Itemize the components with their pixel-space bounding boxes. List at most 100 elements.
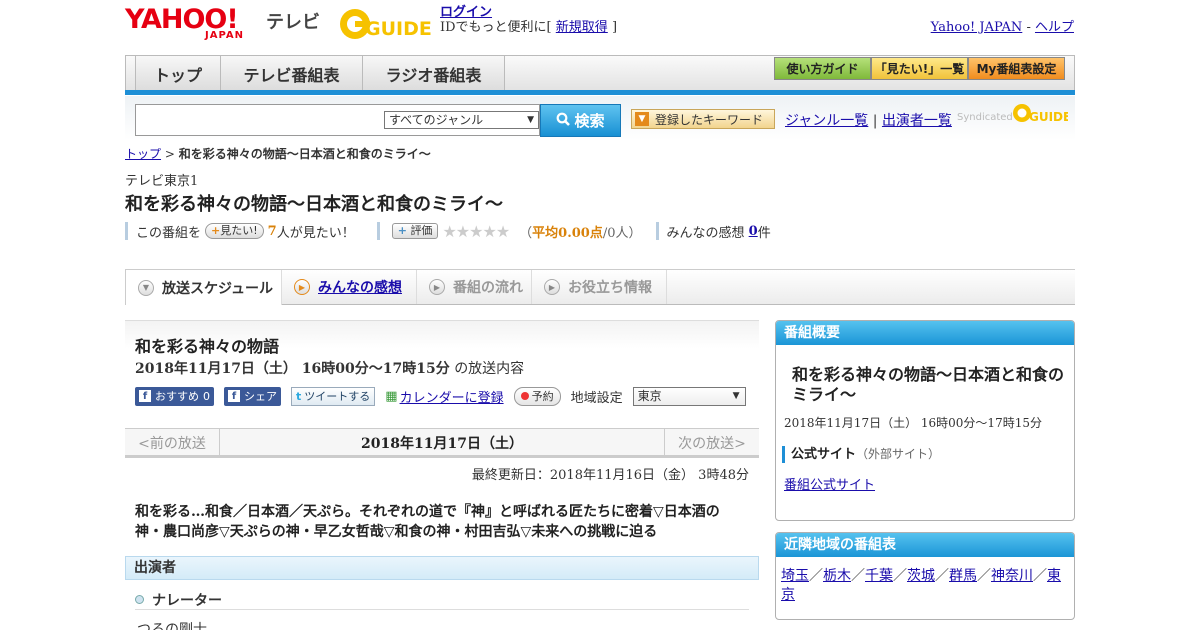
tab-info-label: お役立ち情報 [568, 280, 652, 296]
nearby-separator: ／ [935, 568, 949, 584]
search-links-divider: | [872, 113, 878, 129]
search-links: ジャンル一覧 | 出演者一覧 [785, 110, 952, 130]
facebook-share-button[interactable]: f シェア [224, 386, 281, 406]
program-tabs: ▼ 放送スケジュール ▶ みんなの感想 ▶ 番組の流れ ▶ お役立ち情報 [125, 269, 1075, 305]
impressions-unit: 件 [757, 225, 771, 241]
next-broadcast-link[interactable]: 次の放送> [664, 429, 759, 456]
facebook-icon: f [139, 390, 151, 402]
calendar-link[interactable]: カレンダーに登録 [400, 387, 504, 406]
broadcast-datetime-suffix: の放送内容 [454, 361, 525, 377]
avg-open: （ [519, 225, 533, 241]
syndicated-label: Syndicated [957, 112, 1013, 123]
stat-divider [125, 222, 128, 240]
nearby-area-link[interactable]: 栃木 [823, 568, 851, 584]
nearby-separator: ／ [1033, 568, 1047, 584]
facebook-icon: f [228, 390, 240, 402]
nearby-header: 近隣地域の番組表 [776, 533, 1074, 557]
region-select-value: 東京 [637, 388, 662, 403]
keyword-button-label: 登録したキーワード [655, 112, 764, 127]
official-site-label: 公式サイト [791, 447, 857, 462]
region-select[interactable]: 東京 ▼ [632, 386, 746, 406]
want-button[interactable]: +見たい! [205, 223, 264, 239]
guide-logo-text: GUIDE [365, 18, 431, 40]
page-title: 和を彩る神々の物語～日本酒と和食のミライ～ [125, 194, 503, 215]
my-schedule-button[interactable]: My番組表設定 [968, 57, 1065, 80]
want-list-button[interactable]: 「見たい!」一覧 [871, 57, 968, 80]
last-updated: 最終更新日：2018年11月16日（金） 3時48分 [471, 468, 749, 483]
tab-schedule-label: 放送スケジュール [162, 280, 274, 297]
genre-select[interactable]: すべてのジャンル ▼ [384, 111, 539, 129]
nearby-panel: 近隣地域の番組表 埼玉／栃木／千葉／茨城／群馬／神奈川／東京 [775, 532, 1075, 620]
nav-tab-top[interactable]: トップ [135, 56, 221, 91]
recommend-count: 0 [203, 389, 210, 403]
main-nav: トップ テレビ番組表 ラジオ番組表 使い方ガイド 「見たい!」一覧 My番組表設… [125, 55, 1075, 91]
g-guide-logo[interactable]: GUIDE [335, 6, 432, 42]
tab-program-flow[interactable]: ▶ 番組の流れ [417, 270, 532, 304]
calendar-icon: ▦ [385, 388, 398, 404]
channel-name: テレビ東京1 [125, 174, 199, 189]
impressions-count[interactable]: 0 [749, 224, 758, 239]
official-site-header: 公式サイト（外部サイト） [782, 446, 940, 463]
plus-icon: + [211, 224, 221, 237]
usage-guide-button[interactable]: 使い方ガイド [774, 57, 871, 80]
official-site-link[interactable]: 番組公式サイト [784, 474, 875, 493]
nav-tab-radio[interactable]: ラジオ番組表 [363, 56, 505, 91]
nearby-separator: ／ [977, 568, 991, 584]
tab-impressions-label: みんなの感想 [318, 280, 402, 296]
tv-label: テレビ [266, 12, 320, 33]
cast-role-label: ナレーター [152, 592, 222, 609]
breadcrumb-home[interactable]: トップ [125, 147, 161, 161]
broadcast-datetime: 2018年11月17日（土） 16時00分～17時15分 [135, 361, 450, 377]
keyword-button[interactable]: ▼ 登録したキーワード [631, 109, 775, 129]
broadcast-title: 和を彩る神々の物語 [135, 337, 280, 356]
tab-schedule[interactable]: ▼ 放送スケジュール [125, 270, 282, 305]
program-stats: この番組を +見たい! 7 人が見たい！ + 評価 ★★★★★ （平均0.00点… [125, 221, 771, 241]
overview-panel: 番組概要 和を彩る神々の物語～日本酒と和食のミライ～ 2018年11月17日（土… [775, 320, 1075, 521]
genre-list-link[interactable]: ジャンル一覧 [785, 113, 868, 129]
nearby-area-link[interactable]: 千葉 [865, 568, 893, 584]
nearby-area-link[interactable]: 埼玉 [781, 568, 809, 584]
breadcrumb-separator: > [164, 147, 175, 161]
login-note-end: ] [611, 20, 618, 35]
prev-broadcast-link[interactable]: <前の放送 [125, 429, 220, 456]
login-note: IDでもっと便利に[ [440, 20, 552, 35]
facebook-recommend-button[interactable]: f おすすめ 0 [135, 386, 214, 406]
chevron-down-icon: ▼ [732, 390, 740, 401]
nearby-area-link[interactable]: 群馬 [949, 568, 977, 584]
calendar-register[interactable]: ▦ カレンダーに登録 [385, 387, 503, 406]
signup-link[interactable]: 新規取得 [556, 20, 608, 35]
breadcrumb-current: 和を彩る神々の物語～日本酒と和食のミライ～ [178, 147, 431, 161]
chevron-right-icon: ▶ [429, 279, 445, 295]
stat-divider [376, 222, 380, 240]
nav-tab-tv[interactable]: テレビ番組表 [221, 56, 363, 91]
search-button-label: 検索 [574, 112, 605, 130]
nearby-separator: ／ [893, 568, 907, 584]
cast-name: つるの剛士 [137, 622, 207, 630]
help-link[interactable]: ヘルプ [1035, 20, 1074, 35]
region-label: 地域設定 [570, 390, 623, 406]
breadcrumb: トップ > 和を彩る神々の物語～日本酒と和食のミライ～ [125, 145, 431, 162]
official-site-note: （外部サイト） [856, 447, 941, 461]
yahoo-japan-link[interactable]: Yahoo! JAPAN [931, 20, 1023, 35]
login-area: ログイン IDでもっと便利に[ 新規取得 ] [440, 5, 617, 35]
want-button-label: 見たい! [220, 224, 258, 237]
reserve-button[interactable]: 予約 [513, 386, 561, 406]
action-row: f おすすめ 0 f シェア t ツイートする ▦ カレンダーに登録 予約 地域設定 東京… [135, 386, 746, 406]
tweet-label: ツイートする [304, 390, 371, 403]
tab-useful-info[interactable]: ▶ お役立ち情報 [532, 270, 667, 304]
cast-list-link[interactable]: 出演者一覧 [882, 113, 952, 129]
chevron-right-icon: ▶ [544, 279, 560, 295]
rate-button[interactable]: + 評価 [391, 223, 439, 239]
twitter-icon: t [296, 389, 302, 403]
tab-impressions[interactable]: ▶ みんなの感想 [282, 270, 417, 304]
chevron-down-icon: ▼ [138, 279, 154, 296]
nav-underline [125, 90, 1075, 95]
nearby-area-link[interactable]: 神奈川 [991, 568, 1033, 584]
tweet-button[interactable]: t ツイートする [291, 386, 376, 406]
login-link[interactable]: ログイン [440, 5, 492, 20]
nearby-area-link[interactable]: 茨城 [907, 568, 935, 584]
day-navigation: <前の放送 2018年11月17日（土） 次の放送> [125, 428, 759, 458]
program-description: 和を彩る…和食／日本酒／天ぷら。それぞれの道で『神』と呼ばれる匠たちに密着▽日本… [135, 504, 720, 540]
search-button[interactable]: 検索 [540, 104, 621, 137]
broadcast-datetime-row: 2018年11月17日（土） 16時00分～17時15分 の放送内容 [135, 358, 524, 378]
